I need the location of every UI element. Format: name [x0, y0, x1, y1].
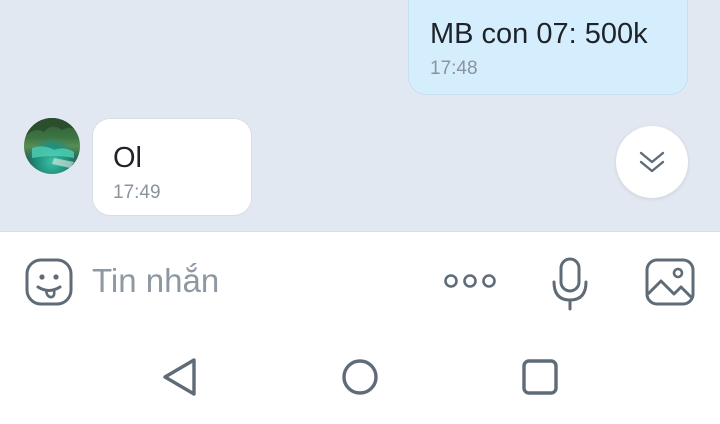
message-composer: Tin nhắn: [0, 231, 720, 331]
message-text: Ol: [113, 142, 142, 174]
message-text: MB con 07: 500k: [430, 18, 648, 50]
home-circle-icon[interactable]: [338, 355, 382, 399]
sticker-emoji-icon[interactable]: [24, 257, 74, 307]
message-time: 17:48: [430, 57, 478, 79]
chat-message-area[interactable]: MB con 07: 500k 17:48 Ol 17:49: [0, 0, 720, 231]
scroll-to-bottom-button[interactable]: [616, 126, 688, 198]
contact-avatar[interactable]: [24, 118, 80, 174]
double-chevron-down-icon: [639, 151, 665, 173]
message-input[interactable]: Tin nhắn: [92, 262, 219, 300]
avatar-image: [24, 118, 80, 168]
message-time: 17:49: [113, 181, 161, 203]
microphone-icon[interactable]: [550, 256, 590, 312]
more-options-icon[interactable]: [442, 270, 498, 292]
outgoing-message-bubble[interactable]: MB con 07: 500k 17:48: [408, 0, 688, 95]
system-navigation-bar: [0, 331, 720, 424]
image-gallery-icon[interactable]: [644, 256, 696, 308]
back-triangle-icon[interactable]: [158, 355, 202, 399]
incoming-message-bubble[interactable]: Ol 17:49: [92, 118, 252, 216]
recent-apps-square-icon[interactable]: [518, 355, 562, 399]
